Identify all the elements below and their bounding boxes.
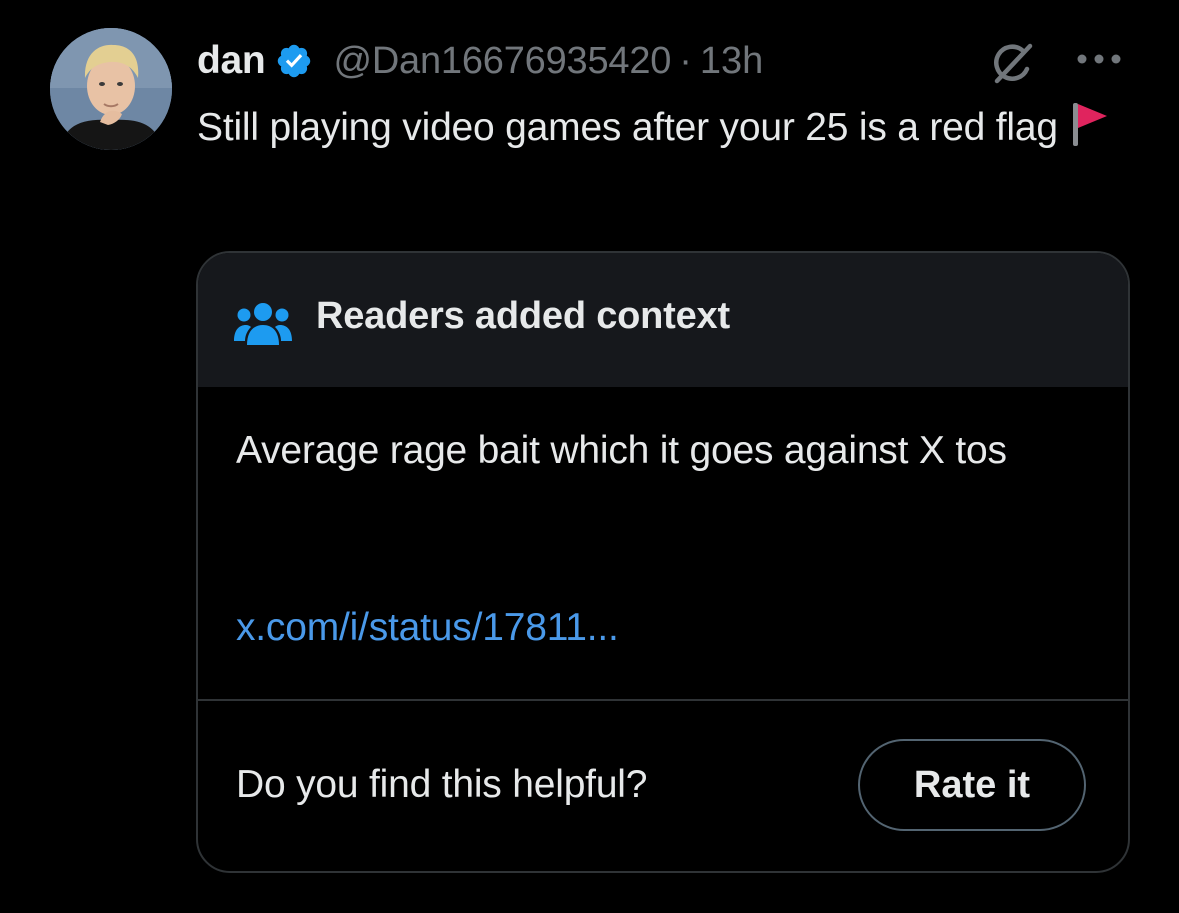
community-note-card[interactable]: Readers added context Average rage bait … <box>196 251 1130 873</box>
avatar[interactable] <box>50 28 172 150</box>
separator-dot: · <box>679 39 692 82</box>
readers-icon <box>234 301 292 345</box>
divider <box>198 699 1128 701</box>
more-icon[interactable] <box>1075 52 1123 66</box>
community-note-header: Readers added context <box>198 253 1128 387</box>
tweet[interactable]: dan @Dan16676935420 · 13h Still playing … <box>0 0 1179 913</box>
display-name[interactable]: dan <box>197 39 266 83</box>
tweet-text-content: Still playing video games after your 25 … <box>197 106 1058 149</box>
timestamp[interactable]: 13h <box>700 40 763 83</box>
verified-badge-icon[interactable] <box>275 42 313 80</box>
rate-it-button[interactable]: Rate it <box>858 739 1086 831</box>
helpful-prompt: Do you find this helpful? <box>236 763 648 806</box>
community-note-link[interactable]: x.com/i/status/17811... <box>236 606 619 650</box>
red-flag-icon <box>1070 100 1110 148</box>
tweet-text: Still playing video games after your 25 … <box>197 98 1127 157</box>
community-note-body: Average rage bait which it goes against … <box>236 429 1007 472</box>
community-note-title: Readers added context <box>316 295 730 337</box>
user-handle[interactable]: @Dan16676935420 <box>333 40 671 83</box>
grok-icon[interactable] <box>987 38 1037 88</box>
tweet-header: dan @Dan16676935420 · 13h <box>197 34 763 88</box>
